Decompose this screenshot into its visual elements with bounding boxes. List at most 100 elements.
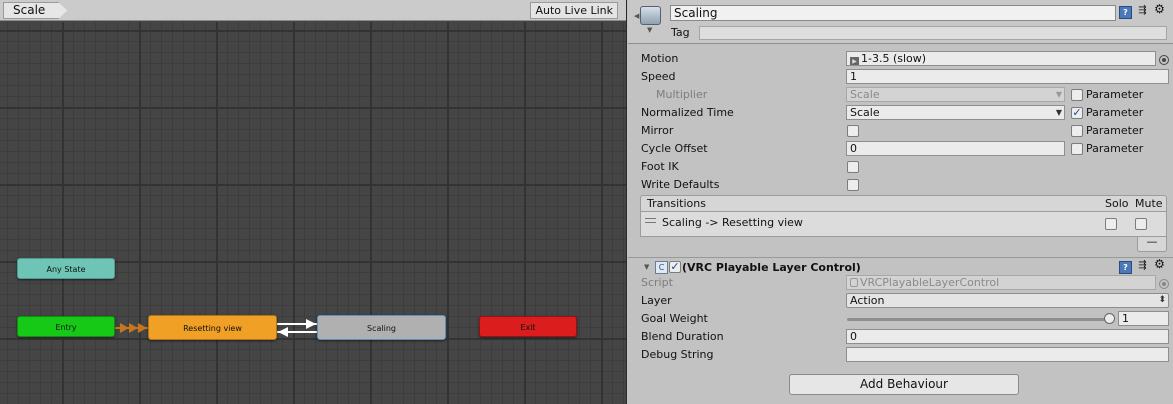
motion-label: Motion <box>641 52 679 65</box>
state-scaling[interactable]: Scaling <box>317 315 446 340</box>
cycle-offset-parameter-label: Parameter <box>1086 142 1144 155</box>
debug-string-field[interactable] <box>846 347 1169 362</box>
mirror-parameter-checkbox[interactable] <box>1071 125 1083 137</box>
mirror-parameter-label: Parameter <box>1086 124 1144 137</box>
tag-label: Tag <box>671 26 690 39</box>
normalized-time-row: Normalized Time Scale ▼ ✓ Parameter <box>628 104 1173 122</box>
foldout-arrow-icon[interactable]: ▼ <box>644 264 649 271</box>
goal-weight-slider-thumb[interactable] <box>1104 313 1115 324</box>
normalized-time-parameter-checkbox[interactable]: ✓ <box>1071 107 1083 119</box>
caret-left-icon: ◀ <box>634 12 640 20</box>
transition-item-label: Scaling -> Resetting view <box>662 216 803 229</box>
blend-duration-row: Blend Duration 0 <box>628 328 1173 346</box>
transition-solo-checkbox[interactable] <box>1105 218 1117 230</box>
entry-default-transition[interactable] <box>115 323 148 333</box>
multiplier-value: Scale <box>850 88 880 101</box>
mirror-row: Mirror Parameter <box>628 122 1173 140</box>
behaviour-title: (VRC Playable Layer Control) <box>682 261 861 274</box>
script-component-icon: C <box>655 261 668 274</box>
write-defaults-checkbox[interactable] <box>847 179 859 191</box>
scaling-to-resetting-transition[interactable] <box>277 327 317 337</box>
cycle-offset-label: Cycle Offset <box>641 142 708 155</box>
animation-clip-icon: ▶ <box>850 57 859 65</box>
drag-handle-icon[interactable] <box>645 218 656 223</box>
resetting-to-scaling-transition[interactable] <box>277 319 317 329</box>
layer-label: Layer <box>641 294 672 307</box>
mute-column-label: Mute <box>1135 197 1163 210</box>
multiplier-parameter-checkbox[interactable] <box>1071 89 1083 101</box>
remove-transition-button[interactable]: — <box>1137 236 1167 252</box>
transitions-header: Transitions Solo Mute <box>640 195 1167 212</box>
normalized-time-value: Scale <box>850 106 880 119</box>
state-entry[interactable]: Entry <box>17 316 115 337</box>
goal-weight-slider-track[interactable] <box>847 318 1111 321</box>
script-label: Script <box>641 276 673 289</box>
blend-duration-field[interactable]: 0 <box>846 329 1169 344</box>
write-defaults-label: Write Defaults <box>641 178 720 191</box>
cycle-offset-parameter-checkbox[interactable] <box>1071 143 1083 155</box>
state-name-field[interactable]: Scaling <box>670 5 1116 21</box>
normalized-time-parameter-label: Parameter <box>1086 106 1144 119</box>
script-field: VRCPlayableLayerControl <box>846 275 1156 290</box>
speed-row: Speed 1 <box>628 68 1173 86</box>
state-exit[interactable]: Exit <box>479 316 577 337</box>
cycle-offset-row: Cycle Offset 0 Parameter <box>628 140 1173 158</box>
preset-icon[interactable]: ⇶ <box>1136 260 1149 273</box>
help-book-icon[interactable]: ? <box>1119 6 1132 19</box>
updown-caret-icon: ⬍ <box>1158 295 1166 305</box>
script-row: Script VRCPlayableLayerControl <box>628 274 1173 292</box>
add-behaviour-button[interactable]: Add Behaviour <box>789 374 1019 395</box>
write-defaults-row: Write Defaults <box>628 176 1173 194</box>
behaviour-enabled-checkbox[interactable]: ✓ <box>669 261 681 273</box>
multiplier-row: Multiplier Scale ▼ Parameter <box>628 86 1173 104</box>
gear-icon[interactable]: ⚙ <box>1153 258 1166 272</box>
solo-column-label: Solo <box>1105 197 1129 210</box>
inspector-panel: ◀ ▼ Scaling ? ⇶ ⚙ Tag Motion ▶ 1-3.5 (slo… <box>628 0 1173 404</box>
layer-value: Action <box>850 294 885 307</box>
motion-value: 1-3.5 (slow) <box>861 52 927 65</box>
cycle-offset-field[interactable]: 0 <box>846 141 1065 156</box>
goal-weight-label: Goal Weight <box>641 312 708 325</box>
motion-field[interactable]: ▶ 1-3.5 (slow) <box>846 51 1156 66</box>
state-any-state[interactable]: Any State <box>17 258 115 279</box>
transitions-title: Transitions <box>647 197 706 210</box>
state-resetting-view[interactable]: Resetting view <box>148 315 277 340</box>
normalized-time-dropdown[interactable]: Scale ▼ <box>846 105 1065 120</box>
mirror-label: Mirror <box>641 124 674 137</box>
transition-arrows <box>115 319 317 337</box>
layer-row: Layer Action ⬍ <box>628 292 1173 310</box>
script-file-icon <box>850 278 858 287</box>
mirror-checkbox[interactable] <box>847 125 859 137</box>
debug-string-row: Debug String <box>628 346 1173 364</box>
blend-duration-label: Blend Duration <box>641 330 724 343</box>
foot-ik-checkbox[interactable] <box>847 161 859 173</box>
normalized-time-label: Normalized Time <box>641 106 734 119</box>
layer-dropdown[interactable]: Action ⬍ <box>846 293 1169 308</box>
multiplier-dropdown: Scale ▼ <box>846 87 1065 102</box>
object-picker-icon[interactable] <box>1159 55 1169 65</box>
inspector-header: ◀ ▼ Scaling ? ⇶ ⚙ Tag <box>628 0 1173 44</box>
multiplier-parameter-label: Parameter <box>1086 88 1144 101</box>
preset-icon[interactable]: ⇶ <box>1136 5 1149 18</box>
transition-item[interactable]: Scaling -> Resetting view <box>640 212 1167 237</box>
motion-row: Motion ▶ 1-3.5 (slow) <box>628 50 1173 68</box>
animator-state-icon <box>640 6 661 25</box>
multiplier-label: Multiplier <box>656 88 708 101</box>
tag-field[interactable] <box>699 26 1167 40</box>
script-value: VRCPlayableLayerControl <box>860 276 1000 289</box>
transition-mute-checkbox[interactable] <box>1135 218 1147 230</box>
speed-label: Speed <box>641 70 676 83</box>
goal-weight-field[interactable]: 1 <box>1118 311 1169 326</box>
foot-ik-row: Foot IK <box>628 158 1173 176</box>
dropdown-caret-icon: ▼ <box>1055 90 1062 99</box>
dropdown-caret-icon: ▼ <box>1055 108 1062 117</box>
object-picker-icon <box>1159 279 1169 289</box>
gear-icon[interactable]: ⚙ <box>1153 3 1166 17</box>
debug-string-label: Debug String <box>641 348 714 361</box>
caret-down-icon: ▼ <box>647 26 653 34</box>
speed-field[interactable]: 1 <box>846 69 1169 84</box>
transitions-list: Transitions Solo Mute Scaling -> Resetti… <box>640 195 1167 255</box>
foot-ik-label: Foot IK <box>641 160 679 173</box>
animator-graph[interactable]: Scale Auto Live Link Any State Entry Res… <box>0 0 627 404</box>
help-book-icon[interactable]: ? <box>1119 261 1132 274</box>
